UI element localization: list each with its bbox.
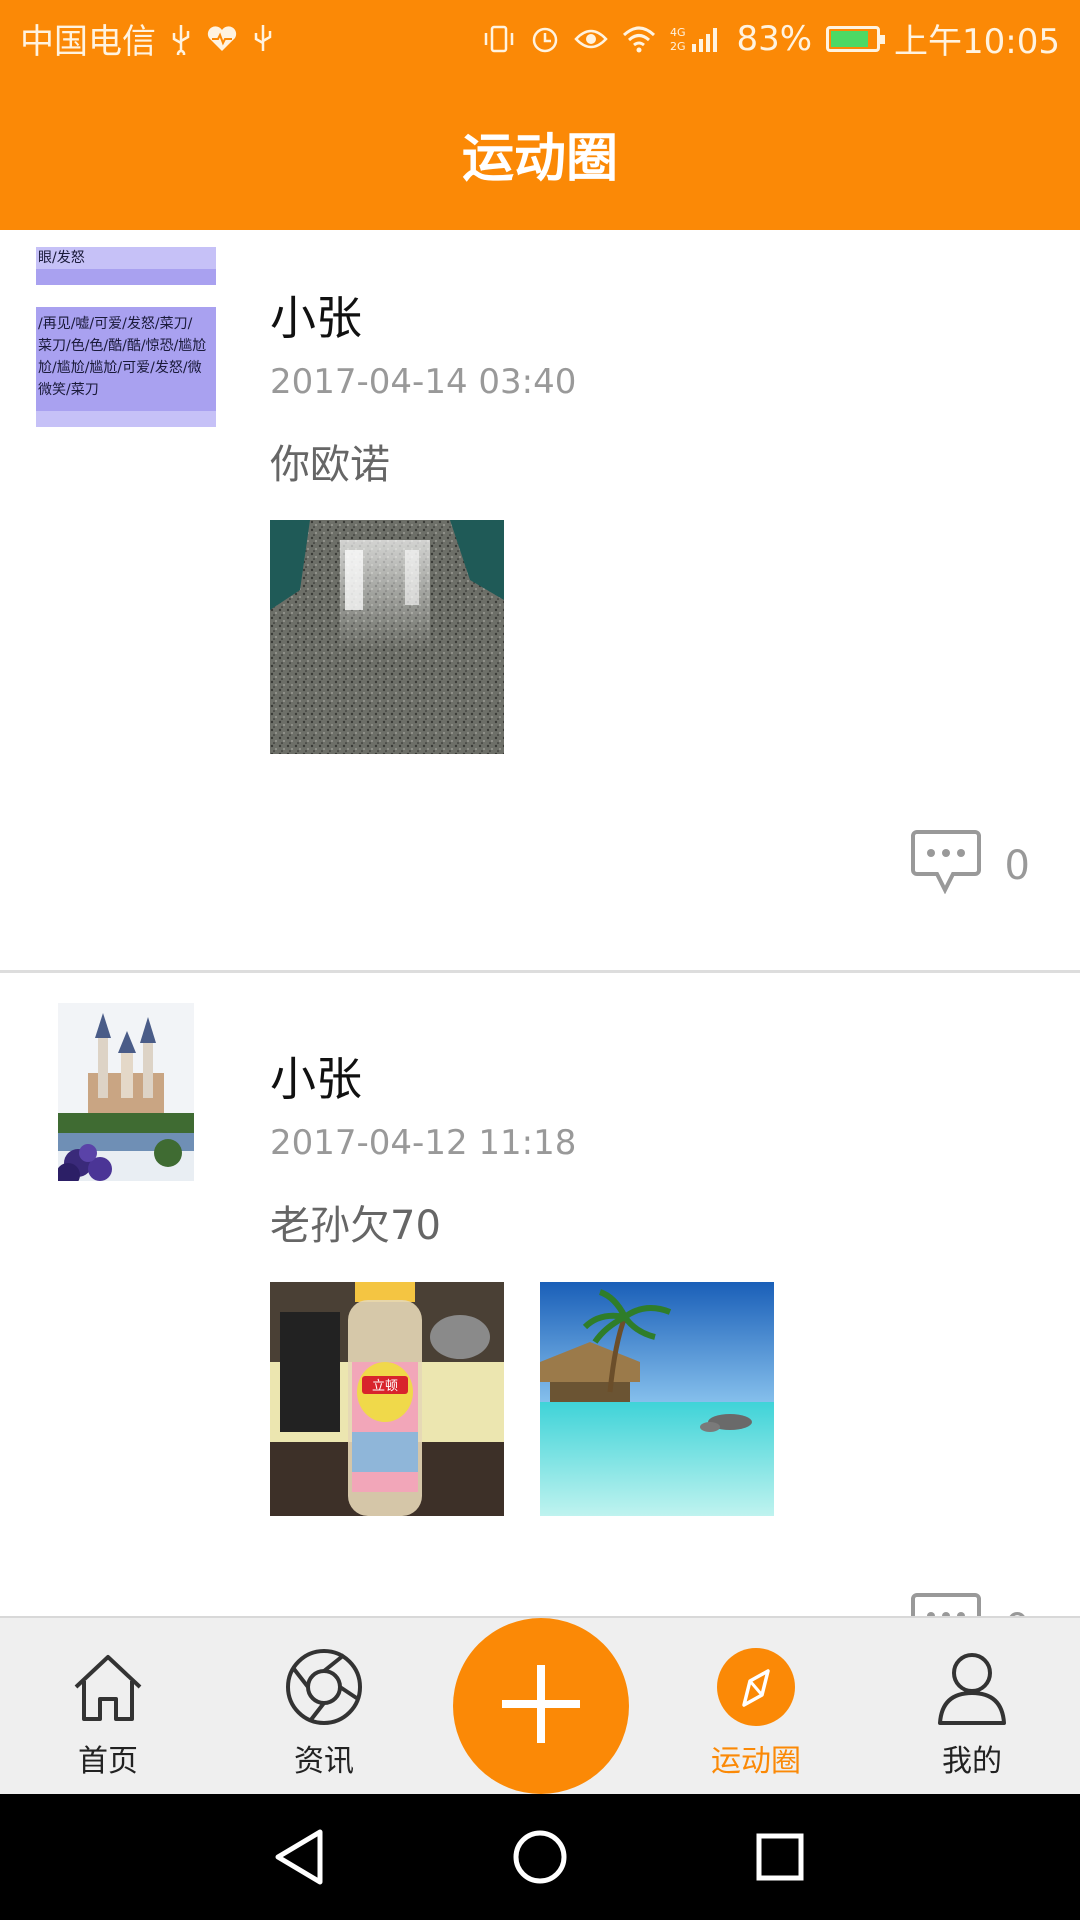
status-bar: 中国电信 4G 2G 83% 上午10:05 — [0, 0, 1080, 77]
post-timestamp: 2017-04-14 03:40 — [270, 362, 577, 402]
page-title: 运动圈 — [461, 129, 618, 189]
post-photo[interactable]: 立顿 — [270, 1282, 504, 1516]
comment-count: 0 — [1004, 843, 1030, 889]
avatar-text-line: /再见/嘘/可爱/发怒/菜刀/ — [38, 316, 193, 332]
add-post-button[interactable] — [453, 1618, 629, 1794]
battery-icon — [826, 25, 886, 52]
post-content: 你欧诺 — [270, 442, 390, 488]
comment-count: 0 — [1005, 1606, 1030, 1616]
comment-icon — [910, 1591, 981, 1616]
post-photo[interactable] — [540, 1282, 774, 1516]
post-username[interactable]: 小张 — [270, 282, 362, 348]
home-icon — [68, 1642, 148, 1732]
clock: 上午10:05 — [894, 22, 1060, 62]
usb-icon — [252, 23, 274, 55]
post-username[interactable]: 小张 — [270, 1043, 362, 1109]
wifi-icon — [622, 25, 656, 53]
battery-level-fill — [831, 30, 868, 47]
post-photo[interactable] — [270, 520, 504, 754]
feed-list[interactable]: 眼/发怒 /再见/嘘/可爱/发怒/菜刀/ 菜刀/色/色/酷/酷/惊恐/尴尬 尬/… — [0, 230, 1080, 1616]
svg-text:2G: 2G — [670, 40, 686, 53]
eye-icon — [574, 27, 609, 51]
user-icon — [932, 1642, 1012, 1732]
post-content: 老孙欠70 — [270, 1203, 441, 1249]
system-nav-bar — [0, 1794, 1080, 1920]
feed-post[interactable]: 小张 2017-04-12 11:18 老孙欠70 立顿 — [0, 973, 1080, 1616]
signal-icon: 4G 2G — [670, 24, 722, 54]
tab-sports-circle[interactable]: 运动圈 — [666, 1618, 846, 1794]
compass-icon — [716, 1642, 796, 1732]
plus-icon — [496, 1659, 586, 1753]
avatar-text-line: 眼/发怒 — [38, 250, 85, 266]
carrier-label: 中国电信 — [20, 22, 156, 62]
avatar[interactable]: 眼/发怒 /再见/嘘/可爱/发怒/菜刀/ 菜刀/色/色/酷/酷/惊恐/尴尬 尬/… — [36, 247, 216, 427]
avatar-text-line: 菜刀/色/色/酷/酷/惊恐/尴尬 — [38, 338, 207, 354]
home-nav-icon[interactable] — [507, 1824, 573, 1890]
tab-label: 我的 — [942, 1744, 1002, 1779]
vibrate-icon — [482, 24, 516, 54]
tab-label: 资讯 — [294, 1744, 354, 1779]
comment-button[interactable]: 0 — [910, 1591, 1030, 1616]
feed-post[interactable]: 眼/发怒 /再见/嘘/可爱/发怒/菜刀/ 菜刀/色/色/酷/酷/惊恐/尴尬 尬/… — [0, 230, 1080, 973]
heartbeat-icon — [206, 25, 238, 53]
avatar-text-line: 尬/尴尬/尴尬/可爱/发怒/微 — [38, 360, 202, 376]
alarm-icon — [530, 24, 560, 54]
tab-news[interactable]: 资讯 — [234, 1618, 414, 1794]
tab-home[interactable]: 首页 — [18, 1618, 198, 1794]
comment-button[interactable]: 0 — [910, 828, 1030, 904]
tab-profile[interactable]: 我的 — [882, 1618, 1062, 1794]
aperture-icon — [284, 1642, 364, 1732]
post-timestamp: 2017-04-12 11:18 — [270, 1123, 577, 1163]
battery-percent: 83% — [736, 18, 813, 59]
comment-icon — [910, 828, 981, 904]
bottle-label: 立顿 — [372, 1379, 398, 1394]
avatar-text-line: 微笑/菜刀 — [38, 382, 99, 398]
svg-text:4G: 4G — [670, 26, 686, 39]
tab-label: 运动圈 — [711, 1744, 801, 1779]
avatar[interactable] — [58, 1003, 194, 1181]
usb-icon — [170, 23, 192, 55]
recents-icon[interactable] — [747, 1824, 813, 1890]
page-header: 运动圈 — [0, 77, 1080, 230]
tab-label: 首页 — [78, 1744, 138, 1779]
back-icon[interactable] — [266, 1824, 332, 1890]
